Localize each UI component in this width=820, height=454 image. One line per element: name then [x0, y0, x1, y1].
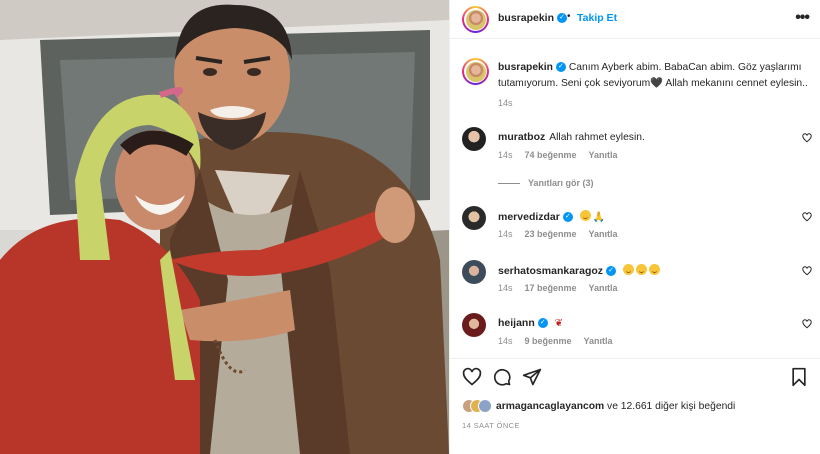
comment-item: mervedizdar ✓ 🙏 14s 23 beğenme Yanıtla: [462, 206, 812, 246]
comment-time[interactable]: 14s: [498, 150, 513, 160]
comment-body: heijann ✓ ❦: [498, 317, 563, 329]
save-bookmark-icon[interactable]: [789, 367, 809, 387]
post-side-panel: busrapekin ✓ • Takip Et ••• busrapekin ✓ C…: [449, 0, 820, 454]
comment-likes[interactable]: 23 beğenme: [525, 229, 577, 239]
smile-emoji-icon: [579, 210, 591, 221]
author-avatar[interactable]: [462, 6, 489, 33]
likes-suffix: beğendi: [698, 400, 736, 412]
verified-badge-icon: ✓: [537, 318, 548, 329]
comment-time[interactable]: 14s: [498, 229, 513, 239]
comment-emojis: 🙏: [579, 210, 606, 223]
author-username-text[interactable]: busrapekin: [498, 12, 554, 24]
liker-avatars[interactable]: [462, 398, 492, 414]
comment-likes[interactable]: 74 beğenme: [525, 150, 577, 160]
like-comment-heart-icon[interactable]: [802, 266, 812, 276]
commenter-avatar[interactable]: [462, 313, 486, 337]
comment-body: serhatosmankaragoz ✓: [498, 264, 662, 277]
verified-badge-icon: ✓: [557, 13, 568, 24]
commenter-avatar[interactable]: [462, 127, 486, 151]
commenter-username[interactable]: serhatosmankaragoz: [498, 265, 603, 277]
reply-button[interactable]: Yanıtla: [584, 336, 613, 346]
commenter-avatar[interactable]: [462, 260, 486, 284]
comment-time[interactable]: 14s: [498, 336, 513, 346]
post-photo-illustration: [0, 0, 449, 454]
comment-bubble-icon[interactable]: [492, 367, 512, 387]
like-comment-heart-icon[interactable]: [802, 212, 812, 222]
caption-avatar[interactable]: [462, 58, 489, 85]
sad-emoji-icon: [622, 264, 634, 275]
comment-emojis: [622, 264, 662, 277]
comment-item: muratboz Allah rahmet eylesin. 14s 74 beğe…: [462, 127, 812, 167]
like-comment-heart-icon[interactable]: [802, 133, 812, 143]
like-heart-icon[interactable]: [462, 367, 482, 387]
more-options-icon[interactable]: •••: [795, 9, 810, 27]
post-photo[interactable]: [0, 0, 449, 454]
comment-time[interactable]: 14s: [498, 283, 513, 293]
header-separator: •: [567, 11, 571, 22]
post-timestamp[interactable]: 14 SAAT ÖNCE: [462, 421, 520, 430]
post-header: busrapekin ✓ • Takip Et •••: [450, 0, 820, 39]
comment-meta: 14s 74 beğenme Yanıtla: [498, 150, 630, 160]
comment-meta: 14s 23 beğenme Yanıtla: [498, 229, 630, 239]
comment-meta: 14s 9 beğenme Yanıtla: [498, 336, 625, 346]
reply-button[interactable]: Yanıtla: [589, 229, 618, 239]
likes-summary: armagancaglayancom ve 12.661 diğer kişi …: [462, 398, 735, 414]
reply-button[interactable]: Yanıtla: [589, 283, 618, 293]
sad-emoji-icon: [635, 264, 647, 275]
comment-body: muratboz Allah rahmet eylesin.: [498, 131, 645, 143]
reply-button[interactable]: Yanıtla: [589, 150, 618, 160]
likes-rest[interactable]: ve 12.661 diğer kişi: [607, 401, 696, 412]
share-send-icon[interactable]: [522, 367, 542, 387]
comment-meta: 14s 17 beğenme Yanıtla: [498, 283, 630, 293]
view-replies-line: [498, 183, 520, 185]
comment-item: heijann ✓ ❦ 14s 9 beğenme Yanıtla: [462, 313, 812, 353]
caption-username[interactable]: busrapekin ✓: [498, 62, 566, 73]
commenter-avatar[interactable]: [462, 206, 486, 230]
instagram-post-view: busrapekin ✓ • Takip Et ••• busrapekin ✓ C…: [0, 0, 820, 454]
comment-item: serhatosmankaragoz ✓ 14s 17 beğenme Yanıtla: [462, 260, 812, 300]
verified-badge-icon: ✓: [606, 266, 617, 277]
comment-body: mervedizdar ✓ 🙏: [498, 210, 605, 223]
view-replies-button[interactable]: Yanıtları gör (3): [498, 178, 594, 188]
commenter-username[interactable]: heijann: [498, 317, 535, 329]
author-username[interactable]: busrapekin ✓: [498, 12, 568, 24]
commenter-username[interactable]: muratboz: [498, 131, 545, 143]
caption-text-block: busrapekin ✓ Canım Ayberk abim. BabaCan a…: [498, 60, 816, 92]
verified-badge-icon: ✓: [562, 212, 573, 223]
follow-button[interactable]: Takip Et: [577, 12, 617, 24]
comment-likes[interactable]: 9 beğenme: [525, 336, 572, 346]
commenter-username[interactable]: mervedizdar: [498, 211, 560, 223]
liker-username[interactable]: armagancaglayancom: [496, 401, 604, 412]
comment-text: Allah rahmet eylesin.: [549, 132, 645, 143]
verified-badge-icon: ✓: [555, 62, 566, 73]
like-comment-heart-icon[interactable]: [802, 319, 812, 329]
rose-emoji-icon: ❦: [554, 318, 564, 329]
caption-time[interactable]: 14s: [498, 98, 513, 108]
comment-likes[interactable]: 17 beğenme: [525, 283, 577, 293]
pray-emoji-icon: 🙏: [592, 212, 606, 223]
post-actions-bar: [450, 358, 820, 394]
sad-emoji-icon: [648, 264, 660, 275]
